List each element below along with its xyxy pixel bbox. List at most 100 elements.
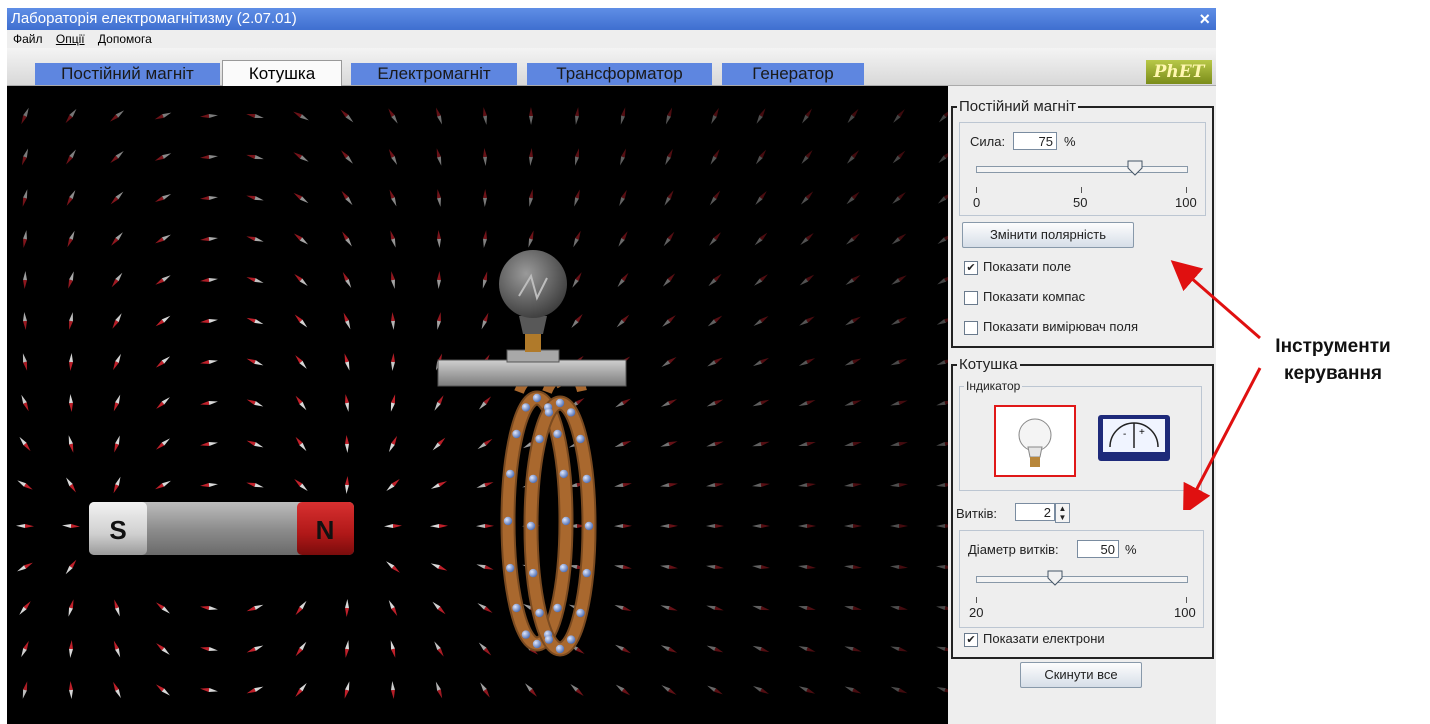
compass-needle [246,604,264,612]
compass-needle [68,271,74,289]
compass-needle [154,193,172,203]
loops-input[interactable]: 2 [1015,503,1055,521]
compass-needle [708,273,722,287]
simulation-canvas[interactable]: S N [7,86,948,724]
electron [559,563,568,573]
compass-needle [660,605,678,611]
compass-needle [753,316,769,326]
electron [566,408,576,417]
compass-needle [617,272,629,288]
tab-transformer[interactable]: Трансформатор [527,63,712,85]
electron [544,408,554,417]
diameter-slider-thumb[interactable] [1047,570,1063,586]
compass-field [16,107,948,699]
compass-needle [798,524,816,528]
compass-needle [665,148,673,166]
compass-needle [388,108,398,124]
compass-needle [246,440,264,448]
electron [566,635,576,644]
bulb-indicator-option[interactable] [994,405,1076,477]
show-electrons-checkbox[interactable]: ✔ [964,633,978,647]
compass-needle [23,271,27,289]
tab-coil[interactable]: Котушка [222,60,342,87]
compass-needle [65,108,77,124]
diameter-slider-track[interactable] [976,576,1188,583]
compass-needle [570,683,584,697]
electron [535,434,544,444]
compass-needle [200,606,218,610]
compass-needle [798,606,816,610]
compass-needle [936,524,948,528]
phet-logo: PhET [1146,60,1212,84]
strength-input[interactable]: 75 [1013,132,1057,150]
compass-needle [345,394,349,412]
compass-needle [798,686,816,694]
electron [584,521,594,531]
compass-needle [707,357,723,367]
electron [503,516,513,526]
compass-needle [660,645,678,653]
compass-needle [662,273,676,287]
flip-polarity-button[interactable]: Змінити полярність [962,222,1134,248]
compass-needle [246,154,264,160]
menu-options[interactable]: Опції [56,32,85,46]
tab-electromagnet[interactable]: Електромагніт [351,63,517,85]
compass-needle [112,313,122,329]
compass-needle [113,353,121,371]
compass-needle [109,110,125,122]
compass-needle [711,107,719,125]
compass-needle [529,107,533,125]
compass-needle [663,231,675,247]
compass-needle [386,478,400,492]
compass-needle [938,109,948,123]
compass-needle [482,271,488,289]
menu-help[interactable]: Допомога [98,32,152,46]
compass-needle [936,686,948,694]
bar-magnet[interactable]: S N [89,502,354,555]
compass-needle [573,230,581,248]
compass-needle [155,684,171,696]
voltmeter-plus: + [1139,427,1145,438]
compass-needle [478,642,492,656]
compass-needle [294,273,308,287]
light-bulb-icon [499,250,567,352]
compass-needle [620,148,626,166]
compass-needle [200,483,218,487]
compass-needle [246,482,264,488]
compass-needle [936,400,948,406]
show-field-checkbox[interactable]: ✔ [964,261,978,275]
scene-svg: S N [16,107,948,699]
compass-needle [572,272,582,288]
compass-needle [17,480,33,490]
menu-file[interactable]: Файл [13,32,43,46]
strength-slider-track[interactable] [976,166,1188,173]
compass-needle [110,151,124,163]
show-compass-checkbox[interactable] [964,291,978,305]
electron [576,608,585,618]
compass-needle [938,150,948,164]
compass-needle [707,685,723,695]
tab-permanent-magnet[interactable]: Постійний магніт [35,63,220,85]
compass-needle [200,278,218,282]
compass-needle [113,394,121,412]
compass-needle [890,606,908,610]
compass-needle [936,646,948,652]
window-title: Лабораторія електромагнітизму (2.07.01) [11,10,297,27]
strength-slider-thumb[interactable] [1127,160,1143,176]
close-icon[interactable]: × [1199,8,1210,30]
compass-needle [891,275,907,285]
compass-needle [618,231,628,247]
compass-needle [478,396,492,410]
compass-needle [890,483,908,487]
compass-needle [345,476,349,494]
compass-needle [709,232,721,246]
show-meter-checkbox[interactable] [964,321,978,335]
compass-needle [344,353,350,371]
loops-stepper[interactable]: ▲ ▼ [1055,503,1070,523]
compass-needle [936,606,948,610]
reset-all-button[interactable]: Скинути все [1020,662,1142,688]
diameter-input[interactable]: 50 [1077,540,1119,558]
tab-generator[interactable]: Генератор [722,63,864,85]
compass-needle [892,150,906,164]
annotation-label: Інструменти керування [1236,333,1430,387]
